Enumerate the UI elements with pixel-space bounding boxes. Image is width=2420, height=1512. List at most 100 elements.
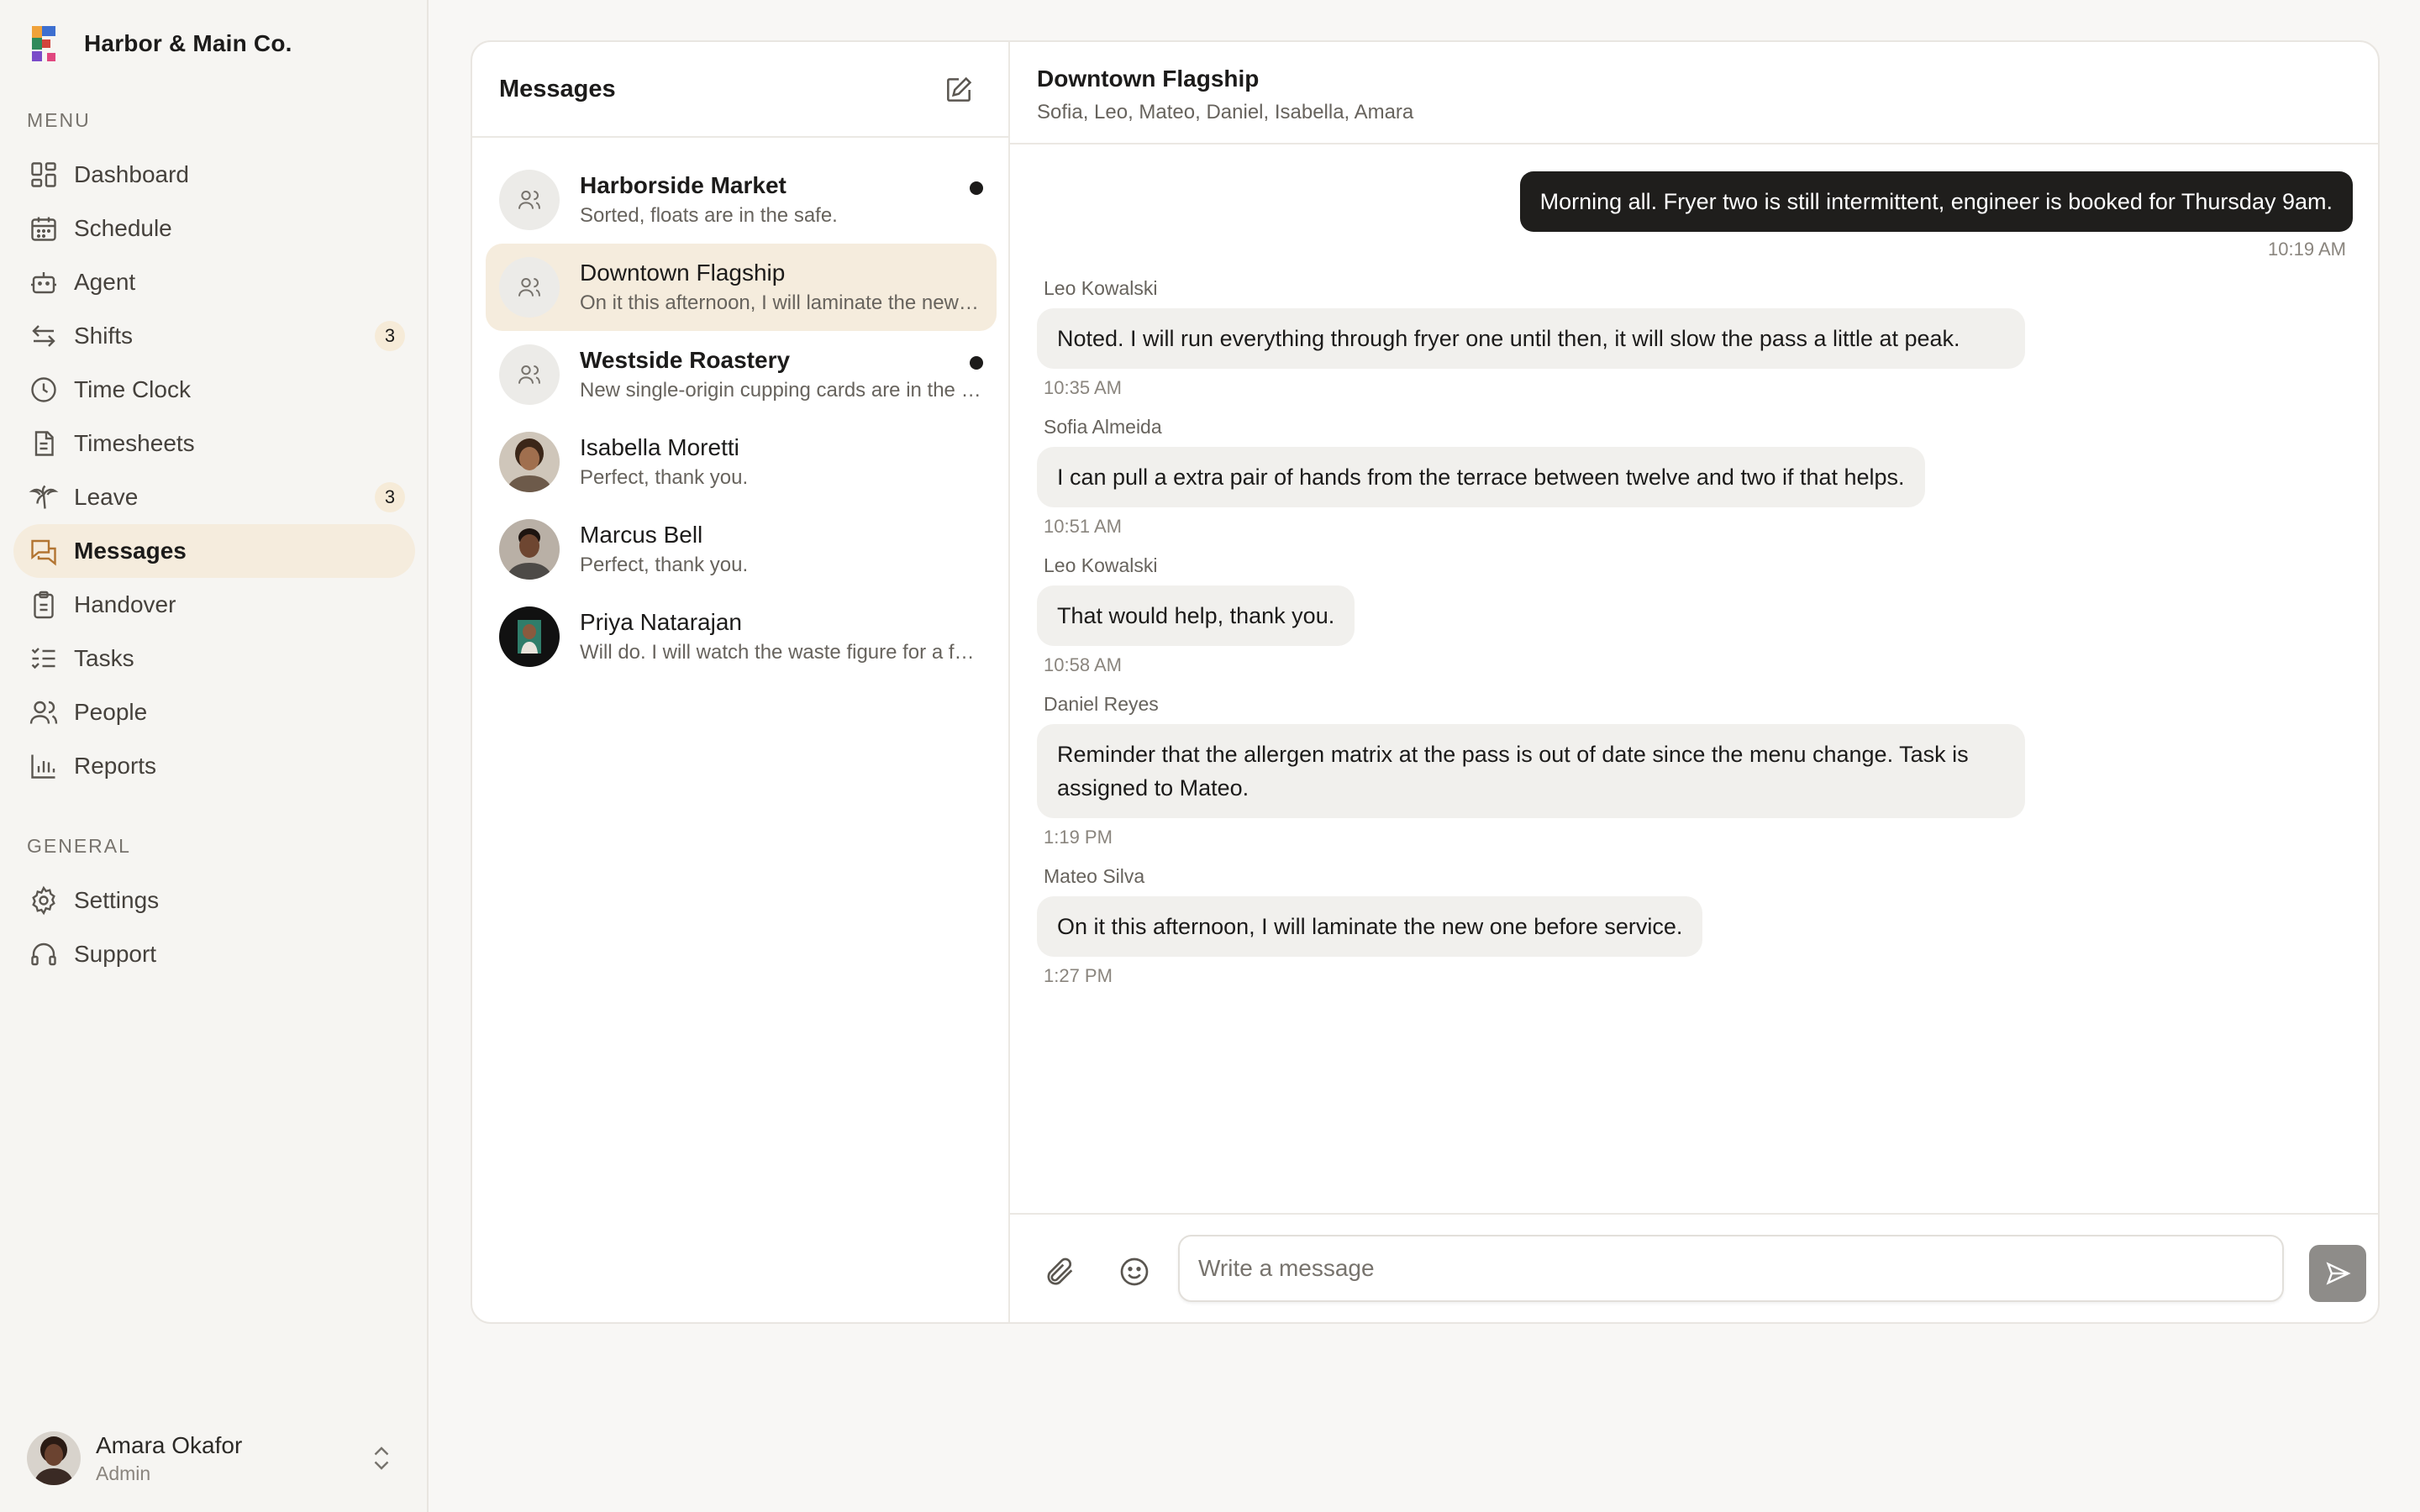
nav-label: Support [74, 941, 157, 967]
nav-label: People [74, 699, 148, 725]
message-sender: Sofia Almeida [1044, 416, 1162, 438]
message-thread: Morning all. Fryer two is still intermit… [1037, 171, 2353, 987]
nav-label: Leave [74, 484, 139, 510]
conversation-preview: On it this afternoon, I will laminate th… [580, 291, 983, 314]
calendar-icon [29, 213, 59, 244]
message-composer [1010, 1213, 2378, 1322]
conversation-preview: Sorted, floats are in the safe. [580, 204, 838, 227]
palm-tree-icon [29, 482, 59, 512]
compose-icon[interactable] [943, 74, 975, 106]
user-profile-menu[interactable]: Amara Okafor Admin [27, 1428, 405, 1488]
incoming-message: Daniel Reyes Reminder that the allergen … [1037, 693, 2353, 848]
bar-chart-icon [29, 751, 59, 781]
nav-item-tasks[interactable]: Tasks [13, 632, 415, 685]
outgoing-message: Morning all. Fryer two is still intermit… [1037, 171, 2353, 260]
incoming-message: Leo Kowalski That would help, thank you.… [1037, 554, 2353, 676]
group-avatar-icon [499, 257, 560, 318]
message-sender: Mateo Silva [1044, 865, 1145, 887]
incoming-message: Sofia Almeida I can pull a extra pair of… [1037, 416, 2353, 538]
group-avatar-icon [499, 170, 560, 230]
message-time: 10:58 AM [1044, 654, 1122, 675]
nav-item-support[interactable]: Support [13, 927, 415, 981]
dashboard-icon [29, 160, 59, 190]
conversation-name: Isabella Moretti [580, 434, 739, 460]
send-button[interactable] [2309, 1245, 2366, 1302]
conversation-preview: New single-origin cupping cards are in t… [580, 379, 983, 402]
nav-label: Handover [74, 591, 176, 617]
message-time: 10:35 AM [1044, 377, 1122, 398]
leave-count-badge: 3 [375, 482, 405, 512]
conversation-item[interactable]: Harborside Market Sorted, floats are in … [486, 156, 997, 244]
chat-icon [29, 536, 59, 566]
brand[interactable]: Harbor & Main Co. [30, 25, 292, 62]
sidebar: Harbor & Main Co. MENU Dashboard Schedul… [0, 0, 429, 1512]
page-title: Messages [499, 75, 616, 102]
paperclip-icon[interactable] [1044, 1255, 1077, 1289]
nav-label: Time Clock [74, 376, 191, 402]
users-icon [29, 697, 59, 727]
conversation-preview: Perfect, thank you. [580, 466, 749, 489]
avatar [499, 432, 560, 492]
clipboard-icon [29, 590, 59, 620]
shifts-count-badge: 3 [375, 321, 405, 351]
incoming-message: Leo Kowalski Noted. I will run everythin… [1037, 277, 2353, 399]
emoji-icon[interactable] [1118, 1255, 1151, 1289]
chat-header: Downtown Flagship Sofia, Leo, Mateo, Dan… [1010, 42, 2378, 144]
conversation-item[interactable]: Westside Roastery New single-origin cupp… [486, 331, 997, 418]
nav-item-dashboard[interactable]: Dashboard [13, 148, 415, 202]
nav-item-shifts[interactable]: Shifts 3 [13, 309, 415, 363]
message-bubble: I can pull a extra pair of hands from th… [1037, 447, 1925, 507]
nav-item-handover[interactable]: Handover [13, 578, 415, 632]
nav-item-timesheets[interactable]: Timesheets [13, 417, 415, 470]
general-nav: Settings Support [13, 874, 415, 981]
nav-item-people[interactable]: People [13, 685, 415, 739]
brand-logo-icon [30, 26, 60, 61]
send-icon [2326, 1262, 2351, 1285]
conversation-name: Westside Roastery [580, 347, 791, 373]
message-time: 1:19 PM [1044, 827, 1113, 848]
nav-item-settings[interactable]: Settings [13, 874, 415, 927]
conversation-item[interactable]: Downtown Flagship On it this afternoon, … [486, 244, 997, 331]
conversation-list: Harborside Market Sorted, floats are in … [486, 156, 997, 680]
avatar [27, 1431, 81, 1485]
message-input[interactable] [1178, 1235, 2284, 1302]
unread-indicator [970, 356, 983, 370]
message-sender: Leo Kowalski [1044, 277, 1158, 299]
message-sender: Leo Kowalski [1044, 554, 1158, 576]
nav-label: Schedule [74, 215, 172, 241]
chat-title: Downtown Flagship [1037, 66, 1260, 92]
brand-name: Harbor & Main Co. [84, 30, 292, 56]
chevron-up-down-icon [374, 1446, 389, 1470]
list-check-icon [29, 643, 59, 674]
message-time: 10:19 AM [2268, 239, 2346, 260]
nav-label: Reports [74, 753, 157, 779]
avatar [499, 519, 560, 580]
conversation-item[interactable]: Priya Natarajan Will do. I will watch th… [486, 593, 997, 680]
conversation-name: Harborside Market [580, 172, 786, 198]
clock-icon [29, 375, 59, 405]
nav-item-leave[interactable]: Leave 3 [13, 470, 415, 524]
nav-item-reports[interactable]: Reports [13, 739, 415, 793]
nav-label: Shifts [74, 323, 134, 349]
user-name: Amara Okafor [96, 1431, 243, 1458]
headset-icon [29, 939, 59, 969]
main-nav: Dashboard Schedule Agent Shifts 3 Time C… [13, 148, 415, 793]
conversation-preview: Perfect, thank you. [580, 554, 749, 576]
chat-members: Sofia, Leo, Mateo, Daniel, Isabella, Ama… [1037, 101, 1414, 123]
conversation-list-pane: Messages Harborside Market Sorted, float… [472, 42, 1010, 1322]
conversation-item[interactable]: Isabella Moretti Perfect, thank you. [486, 418, 997, 506]
nav-item-agent[interactable]: Agent [13, 255, 415, 309]
avatar [499, 606, 560, 667]
conversation-name: Downtown Flagship [580, 260, 786, 286]
nav-item-schedule[interactable]: Schedule [13, 202, 415, 255]
message-sender: Daniel Reyes [1044, 693, 1159, 715]
conversation-item[interactable]: Marcus Bell Perfect, thank you. [486, 506, 997, 593]
nav-label: Agent [74, 269, 136, 295]
group-avatar-icon [499, 344, 560, 405]
swap-icon [29, 321, 59, 351]
list-header: Messages [472, 42, 1008, 138]
nav-item-time-clock[interactable]: Time Clock [13, 363, 415, 417]
nav-item-messages[interactable]: Messages [13, 524, 415, 578]
chat-pane: Downtown Flagship Sofia, Leo, Mateo, Dan… [1010, 42, 2378, 1322]
message-time: 10:51 AM [1044, 516, 1122, 537]
